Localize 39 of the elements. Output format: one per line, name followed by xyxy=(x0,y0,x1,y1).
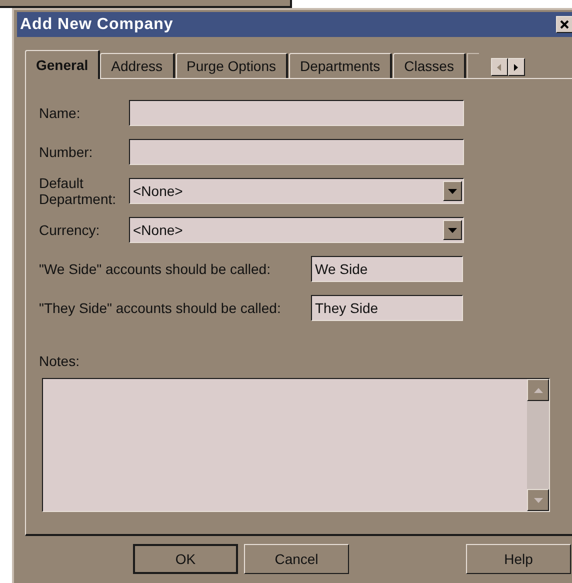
dropdown-button[interactable] xyxy=(443,220,462,240)
tab[interactable]: Classes xyxy=(393,53,466,78)
tab[interactable]: Purge Options xyxy=(176,53,288,78)
field-label: "They Side" accounts should be called: xyxy=(39,298,282,318)
caret-icon xyxy=(448,228,457,232)
notes-field[interactable] xyxy=(42,378,550,512)
dropdown[interactable]: <None> xyxy=(129,217,464,243)
notes-label: Notes: xyxy=(39,352,80,371)
up-arrow-icon xyxy=(534,388,542,392)
input-field[interactable] xyxy=(129,139,464,165)
help-button[interactable]: Help xyxy=(466,544,571,574)
down-arrow-icon xyxy=(534,498,542,502)
dialog-button[interactable]: OK xyxy=(133,544,238,574)
tab[interactable]: General xyxy=(25,50,100,79)
input-field[interactable]: They Side xyxy=(311,295,463,321)
tab-scroll-right-button[interactable] xyxy=(508,58,525,76)
field-label: Currency: xyxy=(39,222,101,238)
input-field[interactable]: We Side xyxy=(311,256,463,282)
caret-icon xyxy=(448,188,457,194)
field-label: Number: xyxy=(39,144,94,160)
dialog-button[interactable]: Cancel xyxy=(244,544,349,574)
scroll-down-button[interactable] xyxy=(527,489,549,511)
left-arrow-icon xyxy=(497,64,502,70)
field-label: Name: xyxy=(39,105,82,121)
field-label: "We Side" accounts should be called: xyxy=(39,260,272,278)
dropdown-value: <None> xyxy=(133,182,183,200)
tab[interactable]: Departments xyxy=(289,53,392,78)
right-arrow-icon xyxy=(514,64,518,70)
dropdown-value: <None> xyxy=(133,220,183,240)
scroll-up-button[interactable] xyxy=(527,379,549,401)
dropdown[interactable]: <None> xyxy=(129,178,464,204)
tab[interactable]: Address xyxy=(100,53,174,78)
dropdown-button[interactable] xyxy=(443,181,462,201)
window-title: Add New Company xyxy=(20,14,174,34)
input-field[interactable] xyxy=(129,100,464,126)
close-icon xyxy=(560,20,569,29)
close-button[interactable] xyxy=(556,16,572,33)
field-label: Default Department: xyxy=(39,175,118,207)
scrollbar[interactable] xyxy=(527,379,549,511)
